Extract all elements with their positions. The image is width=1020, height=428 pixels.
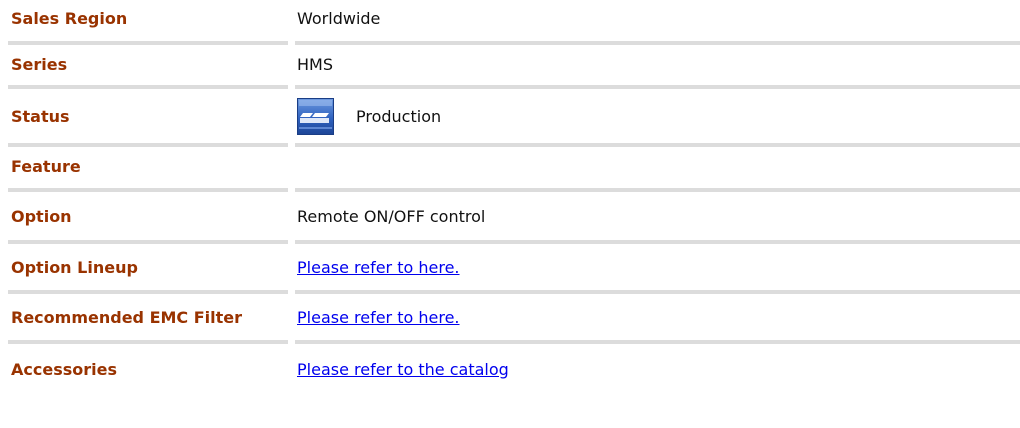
series-value: HMS — [297, 55, 333, 74]
option-value: Remote ON/OFF control — [297, 206, 486, 226]
option-lineup-link[interactable]: Please refer to here. — [297, 258, 460, 277]
emc-filter-value: Please refer to here. — [297, 294, 460, 340]
spec-row-feature: Feature — [8, 147, 1020, 192]
feature-label: Feature — [11, 157, 81, 176]
sales-region-label: Sales Region — [11, 9, 128, 28]
status-value-cell: Production — [297, 89, 441, 143]
emc-filter-label: Recommended EMC Filter — [11, 307, 243, 327]
spec-row-emc-filter: Recommended EMC Filter Please refer to h… — [8, 294, 1020, 344]
option-lineup-label: Option Lineup — [11, 257, 138, 277]
status-label: Status — [11, 106, 70, 126]
accessories-catalog-link[interactable]: Please refer to the catalog — [297, 360, 509, 379]
production-status-icon — [297, 97, 334, 135]
spec-row-status: Status Production — [8, 89, 1020, 147]
spec-row-sales-region: Sales Region Worldwide — [8, 0, 1020, 45]
spec-row-series: Series HMS — [8, 45, 1020, 89]
option-label: Option — [11, 206, 72, 226]
accessories-label: Accessories — [11, 359, 117, 379]
spec-row-option: Option Remote ON/OFF control — [8, 192, 1020, 244]
option-lineup-value: Please refer to here. — [297, 244, 460, 290]
sales-region-value: Worldwide — [297, 9, 381, 28]
spec-row-accessories: Accessories Please refer to the catalog — [8, 344, 1020, 394]
series-label: Series — [11, 55, 68, 74]
accessories-value: Please refer to the catalog — [297, 344, 509, 394]
status-value: Production — [356, 106, 442, 126]
spec-row-option-lineup: Option Lineup Please refer to here. — [8, 244, 1020, 294]
emc-filter-link[interactable]: Please refer to here. — [297, 308, 460, 327]
spec-table: Sales Region Worldwide Series HMS Status — [8, 0, 1020, 394]
